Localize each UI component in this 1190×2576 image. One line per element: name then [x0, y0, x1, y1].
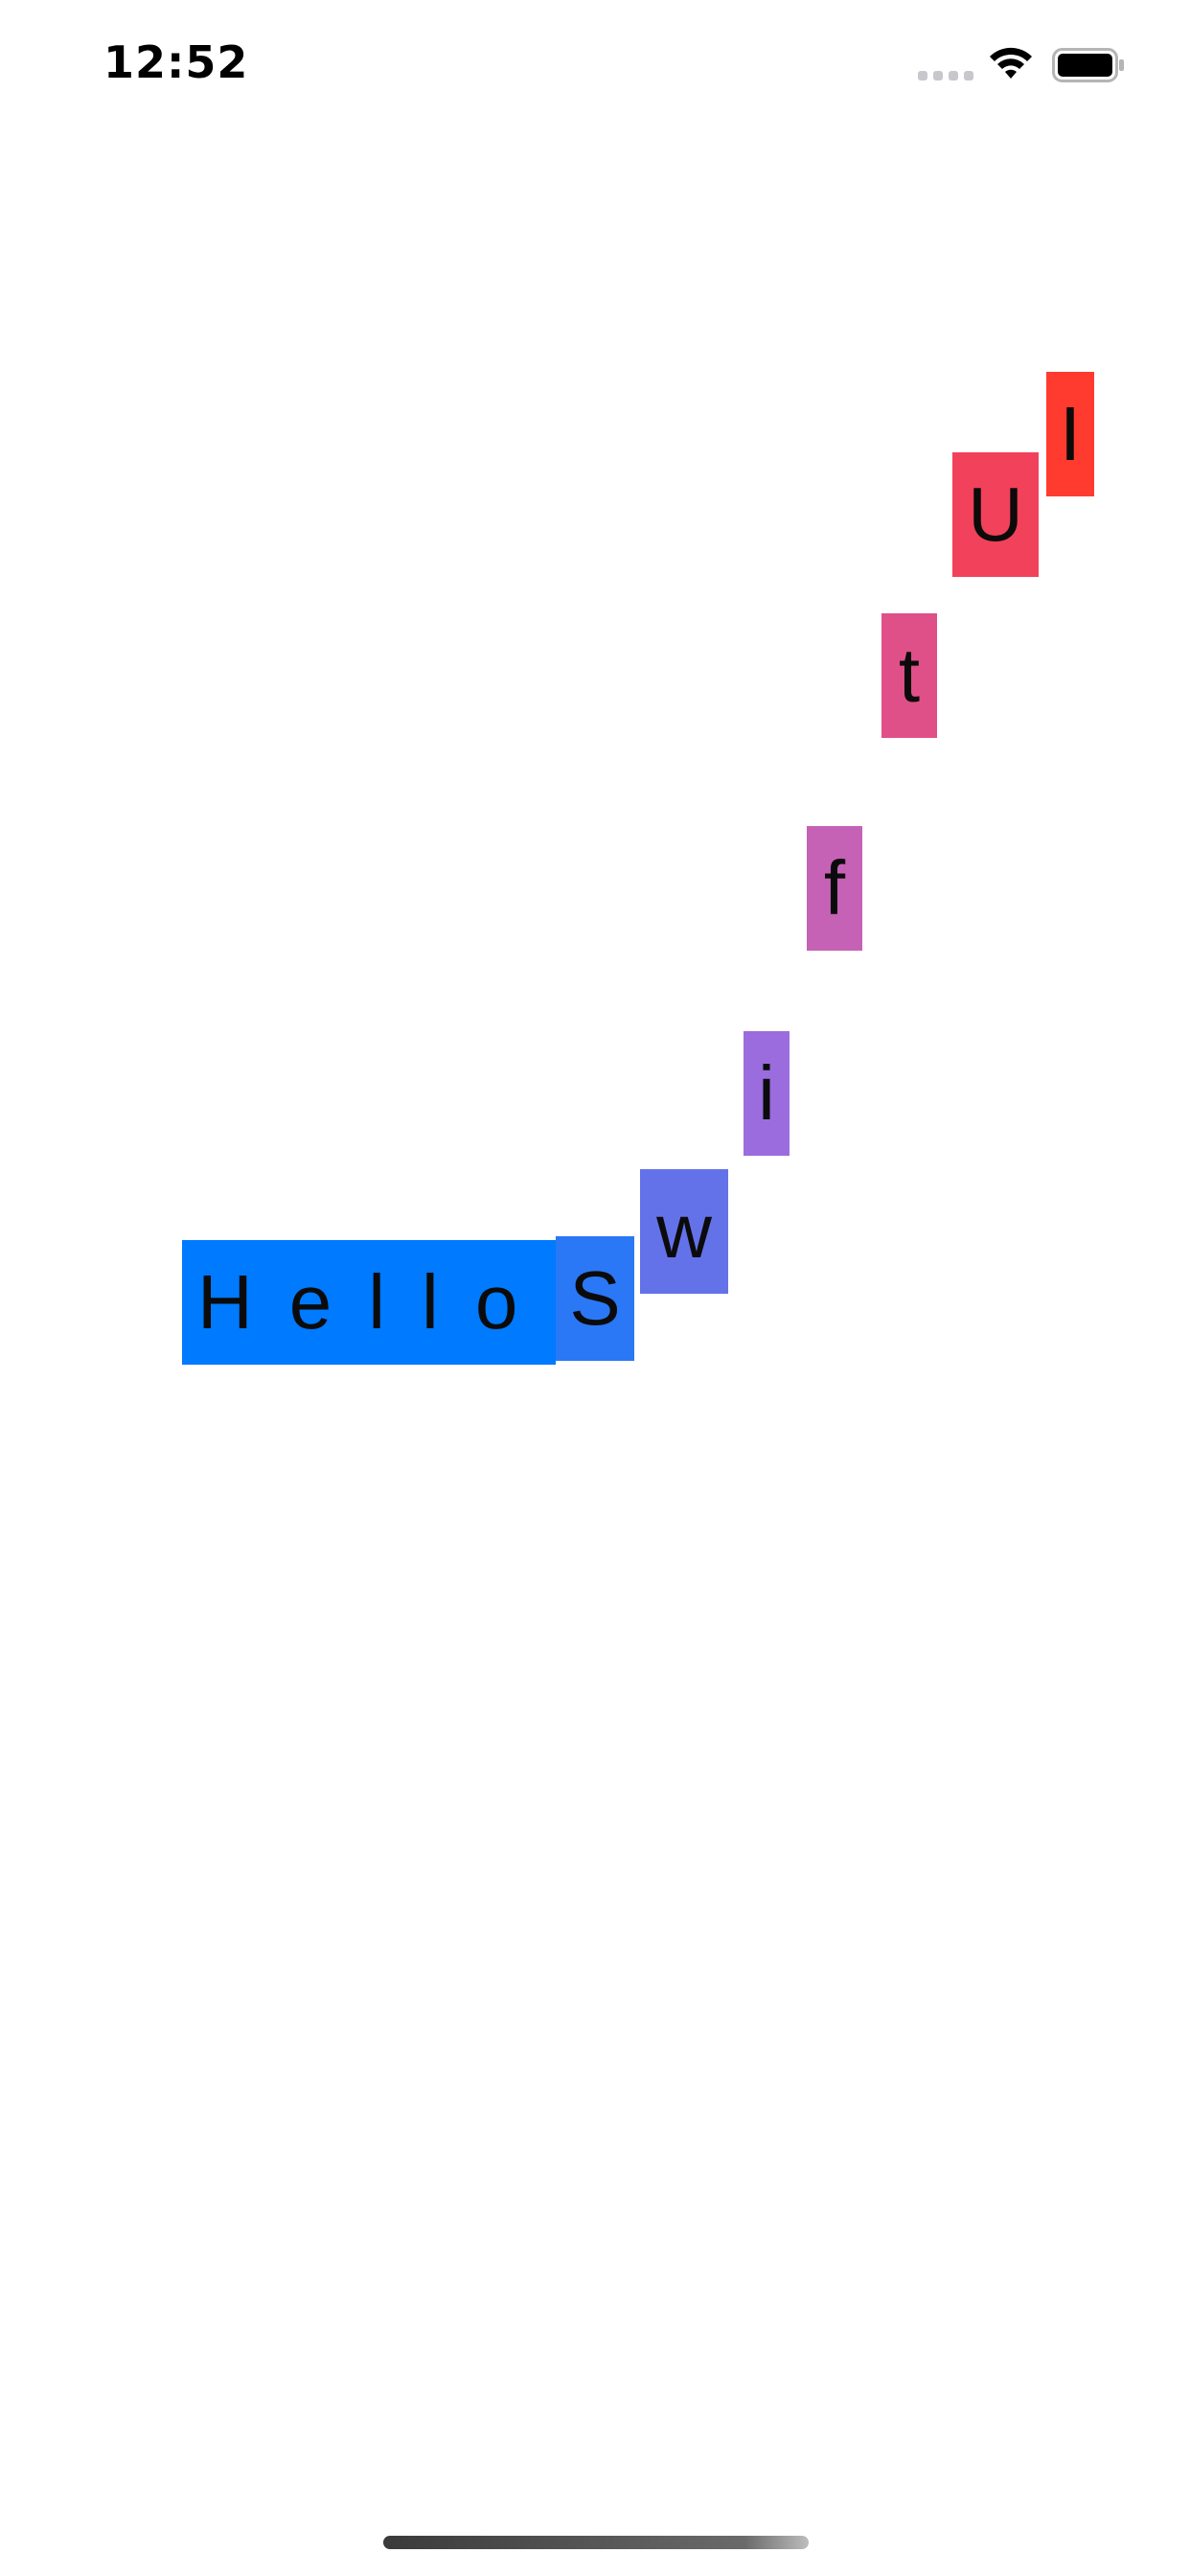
letter-tile-hello: Hello [182, 1240, 556, 1365]
letter-tile-t-text: t [898, 632, 921, 718]
letter-tile-u: U [952, 452, 1039, 577]
letter-tile-t: t [881, 613, 937, 738]
letter-tile-w-text: w [656, 1188, 712, 1274]
home-indicator[interactable] [383, 2536, 809, 2549]
letter-tile-hello-text: Hello [197, 1259, 555, 1345]
battery-icon [1052, 48, 1124, 82]
letter-tile-f: f [807, 826, 862, 951]
letter-tile-cap-i-text: I [1059, 391, 1082, 476]
letter-tile-i-text: i [758, 1050, 775, 1136]
letter-tile-s: S [556, 1236, 634, 1361]
letter-tile-cap-i: I [1046, 372, 1094, 496]
status-time: 12:52 [103, 36, 249, 88]
wifi-icon [990, 47, 1032, 79]
letter-tile-f-text: f [823, 845, 846, 931]
status-bar: 12:52 [0, 0, 1190, 134]
cellular-signal-icon [918, 71, 973, 80]
letter-tile-s-text: S [569, 1255, 621, 1341]
letter-tile-w: w [640, 1169, 728, 1294]
letter-tile-u-text: U [968, 472, 1023, 557]
letter-tile-i: i [744, 1031, 790, 1156]
